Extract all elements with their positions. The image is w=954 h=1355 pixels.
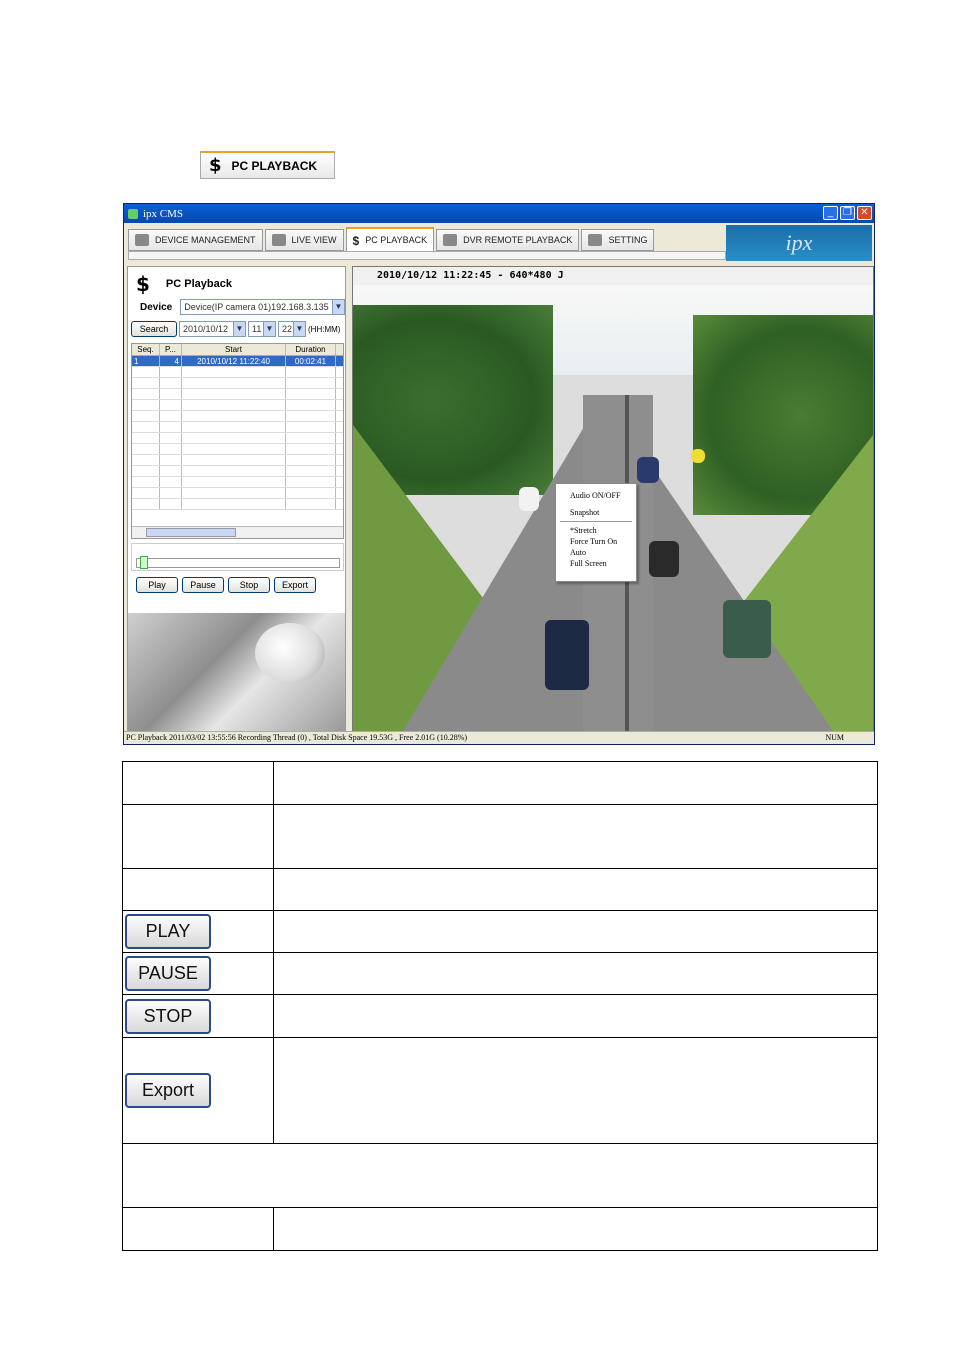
duration-cell: 00:02:41 [286,356,336,366]
column-header[interactable]: P... [160,344,182,355]
video-header: 2010/10/12 11:22:45 - 640*480 J [353,267,873,285]
tab-label: DEVICE MANAGEMENT [155,235,256,245]
device-label: Device [140,301,173,313]
tab-dvr-remote-playback[interactable]: DVR REMOTE PLAYBACK [436,229,580,251]
menu-item-snapshot[interactable]: Snapshot [556,507,636,518]
pc-playback-label: PC PLAYBACK [231,158,318,173]
chevron-down-icon[interactable]: ▼ [233,322,245,336]
date-value: 2010/10/12 [183,324,229,334]
menu-item-stretch[interactable]: *Stretch [556,525,636,536]
app-icon [128,208,138,219]
column-header[interactable]: Duration [286,344,336,355]
recording-list: Seq. P... Start Duration 1 4 2010/10/12 … [131,343,344,539]
hour-value: 11 [252,324,262,334]
tab-pc-playback[interactable]: $ PC PLAYBACK [345,227,435,251]
hour-select[interactable]: 11 ▼ [248,321,276,337]
search-button[interactable]: Search [131,321,177,337]
pause-button[interactable]: Pause [182,577,224,593]
tab-label: LIVE VIEW [291,235,337,245]
menu-item-force-turn-on[interactable]: Force Turn On [556,536,636,547]
tab-label: DVR REMOTE PLAYBACK [463,235,573,245]
num-lock-indicator: NUM [825,733,844,742]
column-header[interactable]: Seq. [132,344,160,355]
description-table: PLAY PAUSE STOP Export [122,761,878,1251]
device-value: Device(IP camera 01)192.168.3.135 [184,302,329,312]
menu-separator [560,521,632,522]
export-button-illustration: Export [125,1073,211,1108]
brand-logo: ipx [726,225,872,261]
menu-item-audio[interactable]: Audio ON/OFF [556,490,636,501]
setting-icon [588,234,603,246]
p-cell: 4 [160,356,182,366]
app-window: ipx CMS _ ❐ ✕ DEVICE MANAGEMENT LIVE VIE… [123,203,875,745]
start-cell: 2010/10/12 11:22:40 [182,356,286,366]
date-select[interactable]: 2010/10/12 ▼ [179,321,246,337]
pause-button-illustration: PAUSE [125,956,211,991]
progress-bar[interactable] [136,558,340,568]
dome-camera-image [255,623,325,683]
restore-button[interactable]: ❐ [840,206,855,220]
status-text: PC Playback 2011/03/02 13:55:56 Recordin… [126,733,468,742]
chevron-down-icon[interactable]: ▼ [263,322,275,336]
progress-handle[interactable] [140,556,148,569]
play-button[interactable]: Play [136,577,178,593]
menu-item-auto[interactable]: Auto [556,547,636,558]
scroll-thumb[interactable] [146,528,236,537]
time-hint: (HH:MM) [308,324,341,334]
seq-cell: 1 [132,356,160,366]
device-icon [135,234,149,246]
video-view[interactable]: 2010/10/12 11:22:45 - 640*480 J Audio ON… [352,266,874,732]
chevron-down-icon[interactable]: ▼ [293,322,305,336]
minute-select[interactable]: 22 ▼ [278,321,306,337]
title-bar: ipx CMS [124,204,874,223]
tab-label: SETTING [608,235,648,245]
stop-button[interactable]: Stop [228,577,270,593]
dollar-icon: $ [352,234,360,248]
play-button-illustration: PLAY [125,914,211,949]
close-button[interactable]: ✕ [857,206,872,220]
tab-setting[interactable]: SETTING [581,229,655,251]
table-row[interactable]: 1 4 2010/10/12 11:22:40 00:02:41 [132,356,343,367]
menu-item-full-screen[interactable]: Full Screen [556,558,636,569]
playback-progress[interactable] [131,543,344,571]
export-button[interactable]: Export [274,577,316,593]
panel-title: PC Playback [165,278,232,290]
video-frame[interactable]: Audio ON/OFF Snapshot *Stretch Force Tur… [353,285,873,731]
eye-icon [271,234,286,246]
promo-image [128,613,345,731]
status-bar: PC Playback 2011/03/02 13:55:56 Recordin… [124,731,874,744]
context-menu: Audio ON/OFF Snapshot *Stretch Force Tur… [555,483,637,582]
remote-icon [443,234,458,246]
pc-playback-button[interactable]: $ PC PLAYBACK [200,151,335,179]
column-header[interactable]: Start [182,344,286,355]
horizontal-scrollbar[interactable] [132,526,343,538]
device-select[interactable]: Device(IP camera 01)192.168.3.135 ▼ [180,299,345,315]
tab-strip [128,251,726,260]
minimize-button[interactable]: _ [823,206,838,220]
tab-bar: DEVICE MANAGEMENT LIVE VIEW $ PC PLAYBAC… [128,227,656,251]
playback-panel: $ PC Playback Device Device(IP camera 01… [127,266,346,732]
dollar-icon: $ [209,155,222,176]
tab-label: PC PLAYBACK [365,235,428,245]
stop-button-illustration: STOP [125,998,211,1034]
window-title: ipx CMS [143,207,184,220]
tab-device-management[interactable]: DEVICE MANAGEMENT [128,229,263,251]
tab-live-view[interactable]: LIVE VIEW [264,229,344,251]
dollar-icon: $ [136,272,150,296]
chevron-down-icon[interactable]: ▼ [332,300,344,314]
minute-value: 22 [282,324,293,334]
